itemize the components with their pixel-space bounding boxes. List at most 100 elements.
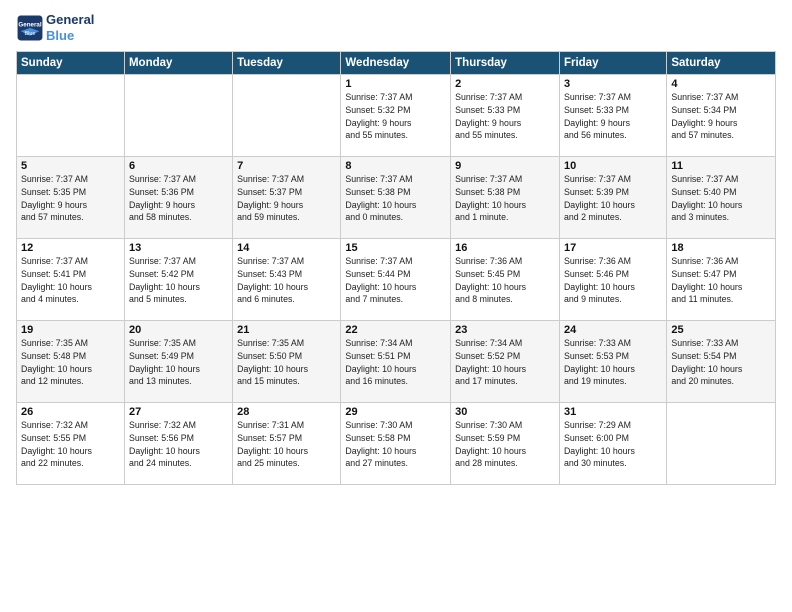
calendar-cell: 4Sunrise: 7:37 AM Sunset: 5:34 PM Daylig…: [667, 75, 776, 157]
calendar-cell: [17, 75, 125, 157]
day-number: 2: [455, 78, 555, 90]
calendar-cell: [667, 403, 776, 485]
day-info: Sunrise: 7:29 AM Sunset: 6:00 PM Dayligh…: [564, 419, 662, 470]
weekday-header-saturday: Saturday: [667, 52, 776, 75]
calendar-cell: 5Sunrise: 7:37 AM Sunset: 5:35 PM Daylig…: [17, 157, 125, 239]
day-number: 23: [455, 324, 555, 336]
day-info: Sunrise: 7:37 AM Sunset: 5:39 PM Dayligh…: [564, 173, 662, 224]
day-number: 15: [345, 242, 446, 254]
calendar-cell: 21Sunrise: 7:35 AM Sunset: 5:50 PM Dayli…: [233, 321, 341, 403]
day-info: Sunrise: 7:37 AM Sunset: 5:35 PM Dayligh…: [21, 173, 120, 224]
day-info: Sunrise: 7:32 AM Sunset: 5:55 PM Dayligh…: [21, 419, 120, 470]
calendar-cell: 15Sunrise: 7:37 AM Sunset: 5:44 PM Dayli…: [341, 239, 451, 321]
day-number: 24: [564, 324, 662, 336]
calendar-cell: 13Sunrise: 7:37 AM Sunset: 5:42 PM Dayli…: [124, 239, 232, 321]
day-info: Sunrise: 7:37 AM Sunset: 5:36 PM Dayligh…: [129, 173, 228, 224]
day-number: 7: [237, 160, 336, 172]
day-number: 21: [237, 324, 336, 336]
day-number: 9: [455, 160, 555, 172]
day-number: 5: [21, 160, 120, 172]
day-number: 8: [345, 160, 446, 172]
calendar-cell: 8Sunrise: 7:37 AM Sunset: 5:38 PM Daylig…: [341, 157, 451, 239]
day-info: Sunrise: 7:37 AM Sunset: 5:32 PM Dayligh…: [345, 91, 446, 142]
day-number: 18: [671, 242, 771, 254]
day-number: 31: [564, 406, 662, 418]
day-number: 25: [671, 324, 771, 336]
day-info: Sunrise: 7:36 AM Sunset: 5:47 PM Dayligh…: [671, 255, 771, 306]
calendar-cell: 12Sunrise: 7:37 AM Sunset: 5:41 PM Dayli…: [17, 239, 125, 321]
calendar-cell: 18Sunrise: 7:36 AM Sunset: 5:47 PM Dayli…: [667, 239, 776, 321]
day-number: 14: [237, 242, 336, 254]
day-number: 16: [455, 242, 555, 254]
day-info: Sunrise: 7:32 AM Sunset: 5:56 PM Dayligh…: [129, 419, 228, 470]
calendar-cell: 19Sunrise: 7:35 AM Sunset: 5:48 PM Dayli…: [17, 321, 125, 403]
calendar-cell: 6Sunrise: 7:37 AM Sunset: 5:36 PM Daylig…: [124, 157, 232, 239]
calendar-cell: 2Sunrise: 7:37 AM Sunset: 5:33 PM Daylig…: [451, 75, 560, 157]
logo-text: General Blue: [46, 12, 94, 43]
calendar-cell: 1Sunrise: 7:37 AM Sunset: 5:32 PM Daylig…: [341, 75, 451, 157]
calendar-cell: 22Sunrise: 7:34 AM Sunset: 5:51 PM Dayli…: [341, 321, 451, 403]
calendar-cell: 14Sunrise: 7:37 AM Sunset: 5:43 PM Dayli…: [233, 239, 341, 321]
day-info: Sunrise: 7:36 AM Sunset: 5:46 PM Dayligh…: [564, 255, 662, 306]
day-info: Sunrise: 7:37 AM Sunset: 5:43 PM Dayligh…: [237, 255, 336, 306]
day-info: Sunrise: 7:37 AM Sunset: 5:44 PM Dayligh…: [345, 255, 446, 306]
day-info: Sunrise: 7:36 AM Sunset: 5:45 PM Dayligh…: [455, 255, 555, 306]
day-info: Sunrise: 7:37 AM Sunset: 5:33 PM Dayligh…: [564, 91, 662, 142]
weekday-header-tuesday: Tuesday: [233, 52, 341, 75]
calendar-cell: 25Sunrise: 7:33 AM Sunset: 5:54 PM Dayli…: [667, 321, 776, 403]
day-number: 17: [564, 242, 662, 254]
day-info: Sunrise: 7:37 AM Sunset: 5:34 PM Dayligh…: [671, 91, 771, 142]
calendar-cell: 24Sunrise: 7:33 AM Sunset: 5:53 PM Dayli…: [559, 321, 666, 403]
calendar-cell: 17Sunrise: 7:36 AM Sunset: 5:46 PM Dayli…: [559, 239, 666, 321]
calendar-cell: 29Sunrise: 7:30 AM Sunset: 5:58 PM Dayli…: [341, 403, 451, 485]
logo: General Blue General Blue: [16, 12, 94, 43]
day-number: 4: [671, 78, 771, 90]
day-number: 20: [129, 324, 228, 336]
day-number: 19: [21, 324, 120, 336]
day-info: Sunrise: 7:37 AM Sunset: 5:42 PM Dayligh…: [129, 255, 228, 306]
day-info: Sunrise: 7:34 AM Sunset: 5:51 PM Dayligh…: [345, 337, 446, 388]
calendar-cell: 10Sunrise: 7:37 AM Sunset: 5:39 PM Dayli…: [559, 157, 666, 239]
calendar-cell: 16Sunrise: 7:36 AM Sunset: 5:45 PM Dayli…: [451, 239, 560, 321]
day-number: 30: [455, 406, 555, 418]
day-info: Sunrise: 7:37 AM Sunset: 5:37 PM Dayligh…: [237, 173, 336, 224]
calendar: SundayMondayTuesdayWednesdayThursdayFrid…: [16, 51, 776, 485]
calendar-cell: [233, 75, 341, 157]
day-number: 3: [564, 78, 662, 90]
weekday-header-thursday: Thursday: [451, 52, 560, 75]
weekday-header-sunday: Sunday: [17, 52, 125, 75]
day-number: 22: [345, 324, 446, 336]
day-info: Sunrise: 7:35 AM Sunset: 5:50 PM Dayligh…: [237, 337, 336, 388]
svg-text:Blue: Blue: [25, 31, 36, 37]
logo-icon: General Blue: [16, 14, 44, 42]
calendar-cell: 3Sunrise: 7:37 AM Sunset: 5:33 PM Daylig…: [559, 75, 666, 157]
day-number: 26: [21, 406, 120, 418]
calendar-cell: 11Sunrise: 7:37 AM Sunset: 5:40 PM Dayli…: [667, 157, 776, 239]
day-info: Sunrise: 7:35 AM Sunset: 5:48 PM Dayligh…: [21, 337, 120, 388]
calendar-cell: 23Sunrise: 7:34 AM Sunset: 5:52 PM Dayli…: [451, 321, 560, 403]
day-info: Sunrise: 7:33 AM Sunset: 5:54 PM Dayligh…: [671, 337, 771, 388]
day-info: Sunrise: 7:37 AM Sunset: 5:38 PM Dayligh…: [345, 173, 446, 224]
day-info: Sunrise: 7:37 AM Sunset: 5:33 PM Dayligh…: [455, 91, 555, 142]
day-info: Sunrise: 7:30 AM Sunset: 5:58 PM Dayligh…: [345, 419, 446, 470]
weekday-header-friday: Friday: [559, 52, 666, 75]
day-number: 28: [237, 406, 336, 418]
calendar-cell: 9Sunrise: 7:37 AM Sunset: 5:38 PM Daylig…: [451, 157, 560, 239]
calendar-cell: 31Sunrise: 7:29 AM Sunset: 6:00 PM Dayli…: [559, 403, 666, 485]
day-number: 1: [345, 78, 446, 90]
weekday-header-monday: Monday: [124, 52, 232, 75]
svg-text:General: General: [18, 21, 41, 28]
calendar-cell: 7Sunrise: 7:37 AM Sunset: 5:37 PM Daylig…: [233, 157, 341, 239]
day-number: 10: [564, 160, 662, 172]
day-info: Sunrise: 7:30 AM Sunset: 5:59 PM Dayligh…: [455, 419, 555, 470]
day-number: 27: [129, 406, 228, 418]
calendar-cell: 20Sunrise: 7:35 AM Sunset: 5:49 PM Dayli…: [124, 321, 232, 403]
day-number: 6: [129, 160, 228, 172]
calendar-cell: 26Sunrise: 7:32 AM Sunset: 5:55 PM Dayli…: [17, 403, 125, 485]
weekday-header-wednesday: Wednesday: [341, 52, 451, 75]
day-info: Sunrise: 7:37 AM Sunset: 5:40 PM Dayligh…: [671, 173, 771, 224]
day-info: Sunrise: 7:33 AM Sunset: 5:53 PM Dayligh…: [564, 337, 662, 388]
day-info: Sunrise: 7:37 AM Sunset: 5:41 PM Dayligh…: [21, 255, 120, 306]
day-number: 13: [129, 242, 228, 254]
day-info: Sunrise: 7:31 AM Sunset: 5:57 PM Dayligh…: [237, 419, 336, 470]
